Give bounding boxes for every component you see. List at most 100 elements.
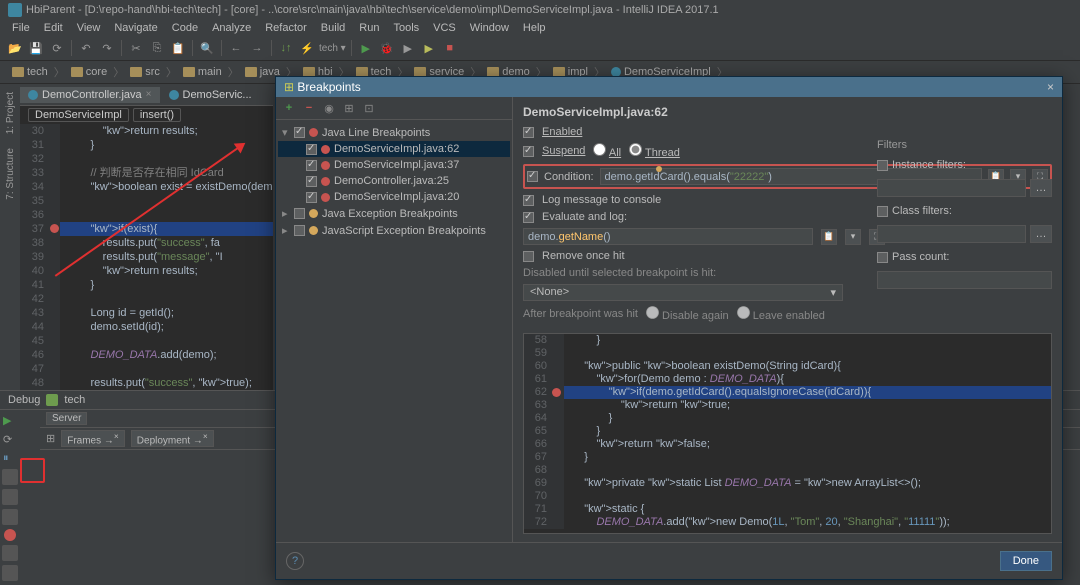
menu-help[interactable]: Help (517, 20, 552, 36)
browse-icon[interactable]: … (1030, 179, 1052, 197)
close-icon[interactable]: × (146, 89, 152, 100)
breakpoints-dialog: ⊞ Breakpoints × + − ◉ ⊞ ⊡ ▾Java Line Bre… (275, 76, 1063, 580)
left-tool-strip: 1: Project 7: Structure (0, 84, 20, 390)
menu-run[interactable]: Run (353, 20, 385, 36)
redo-icon[interactable]: ↷ (98, 39, 116, 57)
favorites-tool[interactable] (2, 509, 18, 525)
toolbar-icon[interactable]: ⊡ (362, 101, 376, 115)
disable-again-radio[interactable]: Disable again (646, 306, 729, 322)
leave-enabled-radio[interactable]: Leave enabled (737, 306, 825, 322)
undo-icon[interactable]: ↶ (77, 39, 95, 57)
instance-filters-checkbox[interactable] (877, 160, 888, 171)
help-icon[interactable]: ? (286, 552, 304, 570)
suspend-all-radio[interactable]: All (593, 143, 621, 159)
history-icon[interactable]: 📋 (821, 229, 837, 245)
remove-checkbox[interactable] (523, 251, 534, 262)
class-filters-checkbox[interactable] (877, 206, 888, 217)
breakpoints-icon[interactable] (4, 529, 16, 541)
editor-tab-active[interactable]: DemoServic... (161, 87, 261, 103)
run-config-icon[interactable]: ⚡ (298, 39, 316, 57)
code-editor[interactable]: 30 "kw">return results;31 }3233 // 判断是否存… (20, 124, 273, 390)
build-icon[interactable]: ↓↑ (277, 39, 295, 57)
tool-icon[interactable] (2, 545, 18, 561)
pause-icon[interactable]: ⏸ (3, 452, 17, 466)
server-tab[interactable]: Server (46, 412, 87, 425)
coverage-icon[interactable]: ▶ (399, 39, 417, 57)
frames-tab[interactable]: Frames →× (61, 430, 125, 447)
editor-breadcrumb[interactable]: DemoServiceImplinsert() (20, 106, 273, 124)
close-icon[interactable]: × (1047, 80, 1054, 94)
app-icon (8, 3, 22, 17)
forward-icon[interactable]: → (248, 39, 266, 57)
menu-view[interactable]: View (71, 20, 107, 36)
breakpoint-detail-panel: DemoServiceImpl.java:62 Enabled Suspend … (513, 97, 1062, 542)
menu-vcs[interactable]: VCS (427, 20, 462, 36)
rerun-icon[interactable]: ▶ (3, 414, 17, 428)
menu-analyze[interactable]: Analyze (206, 20, 257, 36)
enabled-checkbox[interactable] (523, 127, 534, 138)
run-config-label[interactable]: tech ▾ (319, 43, 346, 54)
breakpoint-tree-panel: + − ◉ ⊞ ⊡ ▾Java Line Breakpoints DemoSer… (276, 97, 513, 542)
done-button[interactable]: Done (1000, 551, 1052, 571)
toolbar-icon[interactable]: ◉ (322, 101, 336, 115)
editor-tabs: DemoController.java× DemoServic... (20, 84, 273, 106)
structure-tool[interactable]: 7: Structure (5, 144, 16, 204)
dialog-titlebar[interactable]: ⊞ Breakpoints × (276, 77, 1062, 97)
run-icon[interactable]: ▶ (357, 39, 375, 57)
filters-panel: Filters Instance filters: … Class filter… (877, 139, 1052, 293)
menu-window[interactable]: Window (464, 20, 515, 36)
save-icon[interactable]: 💾 (27, 39, 45, 57)
pass-count-input[interactable] (877, 271, 1052, 289)
suspend-checkbox[interactable] (523, 146, 534, 157)
project-tool[interactable]: 1: Project (5, 88, 16, 138)
disabled-until-dropdown[interactable]: <None>▾ (523, 284, 843, 301)
eval-input[interactable]: demo.getName() (523, 228, 813, 245)
bug-icon (46, 394, 58, 406)
browse-icon[interactable]: … (1030, 225, 1052, 243)
main-toolbar: 📂 💾 ⟳ ↶ ↷ ✂ ⎘ 📋 🔍 ← → ↓↑ ⚡ tech ▾ ▶ 🐞 ▶ … (0, 36, 1080, 61)
bc-item[interactable]: main (179, 65, 226, 79)
menu-tools[interactable]: Tools (387, 20, 425, 36)
bc-item[interactable]: core (67, 65, 111, 79)
editor-tab[interactable]: DemoController.java× (20, 87, 161, 103)
left-bottom-strip (0, 465, 20, 585)
menu-refactor[interactable]: Refactor (259, 20, 313, 36)
jrebel-tool[interactable] (2, 489, 18, 505)
toolbar-icon[interactable]: ⊞ (342, 101, 356, 115)
condition-checkbox[interactable] (527, 171, 538, 182)
cut-icon[interactable]: ✂ (127, 39, 145, 57)
back-icon[interactable]: ← (227, 39, 245, 57)
class-filters-input[interactable] (877, 225, 1026, 243)
suspend-thread-radio[interactable]: Thread (629, 143, 680, 159)
eval-checkbox[interactable] (523, 212, 534, 223)
menu-navigate[interactable]: Navigate (108, 20, 163, 36)
web-tool[interactable] (2, 469, 18, 485)
bc-item[interactable]: src (126, 65, 164, 79)
breakpoint-preview-code[interactable]: 58 }5960 "kw">public "kw">boolean existD… (523, 333, 1052, 534)
deployment-tab[interactable]: Deployment →× (131, 430, 214, 447)
paste-icon[interactable]: 📋 (169, 39, 187, 57)
menu-bar[interactable]: File Edit View Navigate Code Analyze Ref… (0, 20, 1080, 36)
add-icon[interactable]: + (282, 101, 296, 115)
breakpoint-tree[interactable]: ▾Java Line Breakpoints DemoServiceImpl.j… (276, 120, 512, 243)
window-title: HbiParent - [D:\repo-hand\hbi-tech\tech]… (26, 4, 719, 16)
copy-icon[interactable]: ⎘ (148, 39, 166, 57)
menu-file[interactable]: File (6, 20, 36, 36)
remove-icon[interactable]: − (302, 101, 316, 115)
menu-code[interactable]: Code (166, 20, 204, 36)
open-icon[interactable]: 📂 (6, 39, 24, 57)
refresh-icon[interactable]: ⟳ (48, 39, 66, 57)
resume-icon[interactable]: ⟳ (3, 433, 17, 447)
instance-filters-input[interactable] (877, 179, 1026, 197)
dropdown-icon[interactable]: ▾ (845, 229, 861, 245)
debug-icon[interactable]: 🐞 (378, 39, 396, 57)
stop-icon[interactable]: ■ (441, 39, 459, 57)
bc-item[interactable]: tech (8, 65, 52, 79)
menu-build[interactable]: Build (315, 20, 351, 36)
log-checkbox[interactable] (523, 195, 534, 206)
profile-icon[interactable]: ▶ (420, 39, 438, 57)
tool-icon[interactable] (2, 565, 18, 581)
menu-edit[interactable]: Edit (38, 20, 69, 36)
pass-count-checkbox[interactable] (877, 252, 888, 263)
find-icon[interactable]: 🔍 (198, 39, 216, 57)
